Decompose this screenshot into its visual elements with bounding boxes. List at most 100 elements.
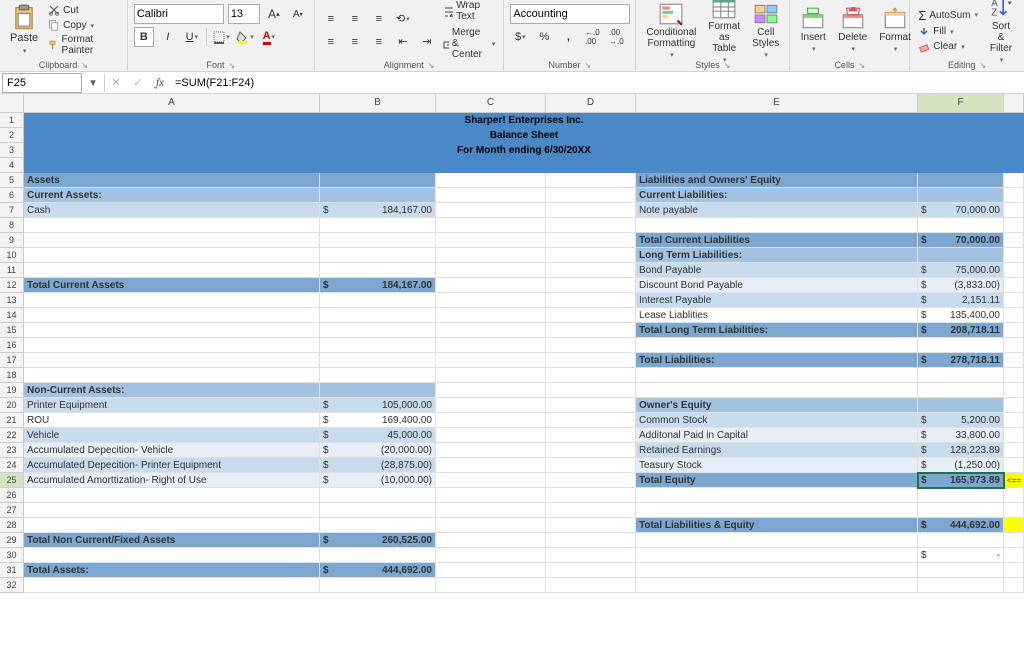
cell[interactable] <box>436 173 546 188</box>
cell[interactable]: $45,000.00 <box>320 428 436 443</box>
fill-color-button[interactable] <box>235 27 255 47</box>
row-header[interactable]: 14 <box>0 308 24 323</box>
bold-button[interactable]: B <box>134 27 154 47</box>
cell[interactable] <box>320 353 436 368</box>
cell[interactable] <box>918 383 1004 398</box>
cell[interactable] <box>436 578 546 593</box>
row-header[interactable]: 9 <box>0 233 24 248</box>
align-bottom-button[interactable]: ≡ <box>369 9 389 29</box>
cell[interactable]: Total Current Liabilities <box>636 233 918 248</box>
cell[interactable] <box>436 233 546 248</box>
cell[interactable] <box>24 488 320 503</box>
cell[interactable] <box>24 578 320 593</box>
comma-button[interactable]: , <box>558 27 578 47</box>
cell[interactable] <box>546 353 636 368</box>
cell[interactable] <box>546 278 636 293</box>
col-header-e[interactable]: E <box>636 94 918 112</box>
format-button[interactable]: Format <box>875 4 915 56</box>
align-left-button[interactable]: ≡ <box>321 32 341 52</box>
cell[interactable] <box>436 368 546 383</box>
decrease-decimal-button[interactable]: .00→.0 <box>606 27 626 47</box>
row-header[interactable]: 4 <box>0 158 24 173</box>
row-header[interactable]: 19 <box>0 383 24 398</box>
cell[interactable]: $- <box>918 548 1004 563</box>
cell[interactable] <box>918 218 1004 233</box>
cell[interactable] <box>546 428 636 443</box>
cell[interactable] <box>636 218 918 233</box>
row-header[interactable]: 24 <box>0 458 24 473</box>
cell[interactable]: Non-Current Assets: <box>24 383 320 398</box>
row-header[interactable]: 23 <box>0 443 24 458</box>
cell[interactable] <box>436 428 546 443</box>
name-box-dropdown[interactable]: ▾ <box>82 73 104 93</box>
cell[interactable] <box>24 263 320 278</box>
align-right-button[interactable]: ≡ <box>369 32 389 52</box>
cell[interactable] <box>546 413 636 428</box>
cell[interactable]: $(28,875.00) <box>320 458 436 473</box>
border-button[interactable] <box>211 27 231 47</box>
increase-font-button[interactable]: A▴ <box>264 4 284 24</box>
select-all-corner[interactable] <box>0 94 24 112</box>
cell[interactable] <box>320 233 436 248</box>
cell[interactable] <box>918 578 1004 593</box>
row-header[interactable]: 5 <box>0 173 24 188</box>
cell[interactable]: $278,718.11 <box>918 353 1004 368</box>
cell[interactable] <box>918 563 1004 578</box>
cell[interactable] <box>546 398 636 413</box>
cell[interactable] <box>546 263 636 278</box>
decrease-indent-button[interactable]: ⇤ <box>393 32 413 52</box>
row-header[interactable]: 7 <box>0 203 24 218</box>
cell[interactable] <box>436 503 546 518</box>
row-header[interactable]: 32 <box>0 578 24 593</box>
cell[interactable] <box>636 368 918 383</box>
cell[interactable] <box>546 503 636 518</box>
cell[interactable]: Total Equity <box>636 473 918 488</box>
col-header-g[interactable] <box>1004 94 1024 112</box>
cell[interactable] <box>546 233 636 248</box>
cell[interactable] <box>918 488 1004 503</box>
cell[interactable]: $70,000.00 <box>918 203 1004 218</box>
cell[interactable] <box>1004 248 1024 263</box>
cell[interactable] <box>320 488 436 503</box>
row-header[interactable]: 3 <box>0 143 24 158</box>
cell[interactable] <box>436 398 546 413</box>
row-header[interactable]: 15 <box>0 323 24 338</box>
cell[interactable] <box>24 353 320 368</box>
cell[interactable] <box>1004 488 1024 503</box>
cell[interactable]: $75,000.00 <box>918 263 1004 278</box>
wrap-text-button[interactable]: Wrap Text <box>441 0 498 23</box>
row-header[interactable]: 29 <box>0 533 24 548</box>
row-header[interactable]: 10 <box>0 248 24 263</box>
row-header[interactable]: 31 <box>0 563 24 578</box>
cell[interactable]: Discount Bond Payable <box>636 278 918 293</box>
cell[interactable] <box>24 323 320 338</box>
cell[interactable] <box>1004 503 1024 518</box>
cell[interactable] <box>546 203 636 218</box>
cell[interactable]: Interest Payable <box>636 293 918 308</box>
cell[interactable] <box>1004 338 1024 353</box>
cell[interactable]: $(10,000.00) <box>320 473 436 488</box>
cell[interactable]: $5,200.00 <box>918 413 1004 428</box>
cell[interactable]: Teasury Stock <box>636 458 918 473</box>
cell[interactable] <box>546 533 636 548</box>
align-top-button[interactable]: ≡ <box>321 9 341 29</box>
cell[interactable] <box>320 548 436 563</box>
cell[interactable] <box>436 533 546 548</box>
cell[interactable] <box>636 533 918 548</box>
cell[interactable] <box>436 413 546 428</box>
cell[interactable]: Accumulated Amorttization- Right of Use <box>24 473 320 488</box>
cell[interactable] <box>24 338 320 353</box>
cell[interactable] <box>546 458 636 473</box>
cell[interactable] <box>436 293 546 308</box>
fx-button[interactable]: fx <box>149 73 171 93</box>
cell[interactable] <box>1004 353 1024 368</box>
cell[interactable] <box>436 458 546 473</box>
row-header[interactable]: 1 <box>0 113 24 128</box>
merge-center-button[interactable]: Merge & Center <box>441 26 498 61</box>
cell[interactable] <box>546 578 636 593</box>
format-painter-button[interactable]: Format Painter <box>46 33 121 57</box>
underline-button[interactable]: U <box>182 27 202 47</box>
cell[interactable]: Retained Earnings <box>636 443 918 458</box>
number-format-select[interactable] <box>510 4 630 24</box>
col-header-a[interactable]: A <box>24 94 320 112</box>
